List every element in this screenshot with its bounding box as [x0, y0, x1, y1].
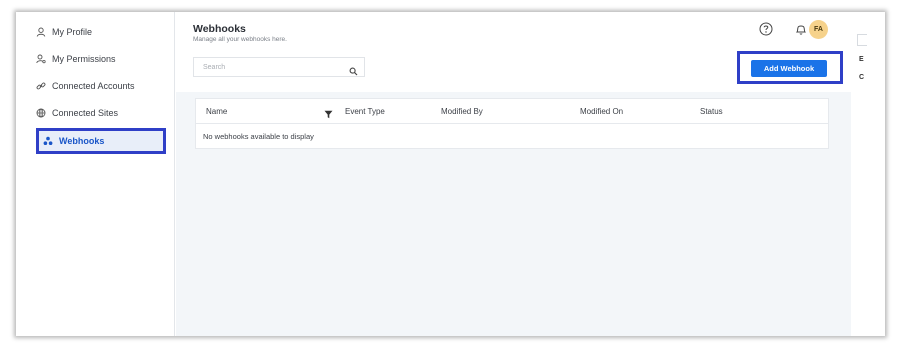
sidebar: My Profile My Permissions Connected Acco…: [16, 12, 175, 336]
sidebar-item-label: Connected Sites: [52, 108, 119, 118]
add-webhook-button[interactable]: Add Webhook: [751, 60, 827, 77]
page-title: Webhooks: [193, 23, 246, 35]
add-webhook-highlight: Add Webhook: [737, 51, 843, 84]
avatar[interactable]: FA: [809, 20, 828, 39]
user-icon: [36, 27, 46, 37]
page-header: Webhooks Manage all your webhooks here. …: [176, 12, 851, 92]
filter-icon[interactable]: [324, 106, 333, 119]
main-content: Webhooks Manage all your webhooks here. …: [176, 12, 851, 336]
empty-table-message: No webhooks available to display: [203, 132, 314, 141]
column-header-status[interactable]: Status: [700, 107, 723, 116]
link-icon: [36, 81, 46, 91]
app-window: My Profile My Permissions Connected Acco…: [16, 12, 885, 336]
column-header-event-type[interactable]: Event Type: [345, 107, 385, 116]
webhook-icon: [43, 136, 53, 146]
column-header-modified-by[interactable]: Modified By: [441, 107, 483, 116]
search-input[interactable]: Search: [193, 57, 365, 77]
panel-edge-letter: E: [859, 56, 864, 63]
search-placeholder: Search: [203, 64, 226, 71]
search-icon[interactable]: [349, 63, 358, 76]
sidebar-item-my-profile[interactable]: My Profile: [36, 21, 164, 43]
webhooks-table: Name Event Type Modified By Modified On …: [195, 98, 829, 149]
table-header: Name Event Type Modified By Modified On …: [196, 99, 828, 124]
sidebar-item-label: Webhooks: [59, 136, 105, 146]
bell-icon[interactable]: [793, 21, 809, 37]
column-header-name[interactable]: Name: [206, 107, 227, 116]
sidebar-item-label: Connected Accounts: [52, 81, 135, 91]
sidebar-item-label: My Profile: [52, 27, 93, 37]
globe-icon: [36, 108, 46, 118]
sidebar-item-label: My Permissions: [52, 54, 116, 64]
sidebar-item-connected-sites[interactable]: Connected Sites: [36, 102, 164, 124]
panel-edge-box: [857, 34, 867, 46]
help-icon[interactable]: [758, 21, 774, 37]
sidebar-item-connected-accounts[interactable]: Connected Accounts: [36, 75, 164, 97]
page-subtitle: Manage all your webhooks here.: [193, 36, 287, 43]
user-key-icon: [36, 54, 46, 64]
sidebar-item-webhooks[interactable]: Webhooks: [36, 128, 166, 154]
adjacent-panel-edge: E C: [851, 12, 885, 336]
panel-edge-letter: C: [859, 74, 865, 81]
column-header-modified-on[interactable]: Modified On: [580, 107, 623, 116]
sidebar-item-my-permissions[interactable]: My Permissions: [36, 48, 164, 70]
